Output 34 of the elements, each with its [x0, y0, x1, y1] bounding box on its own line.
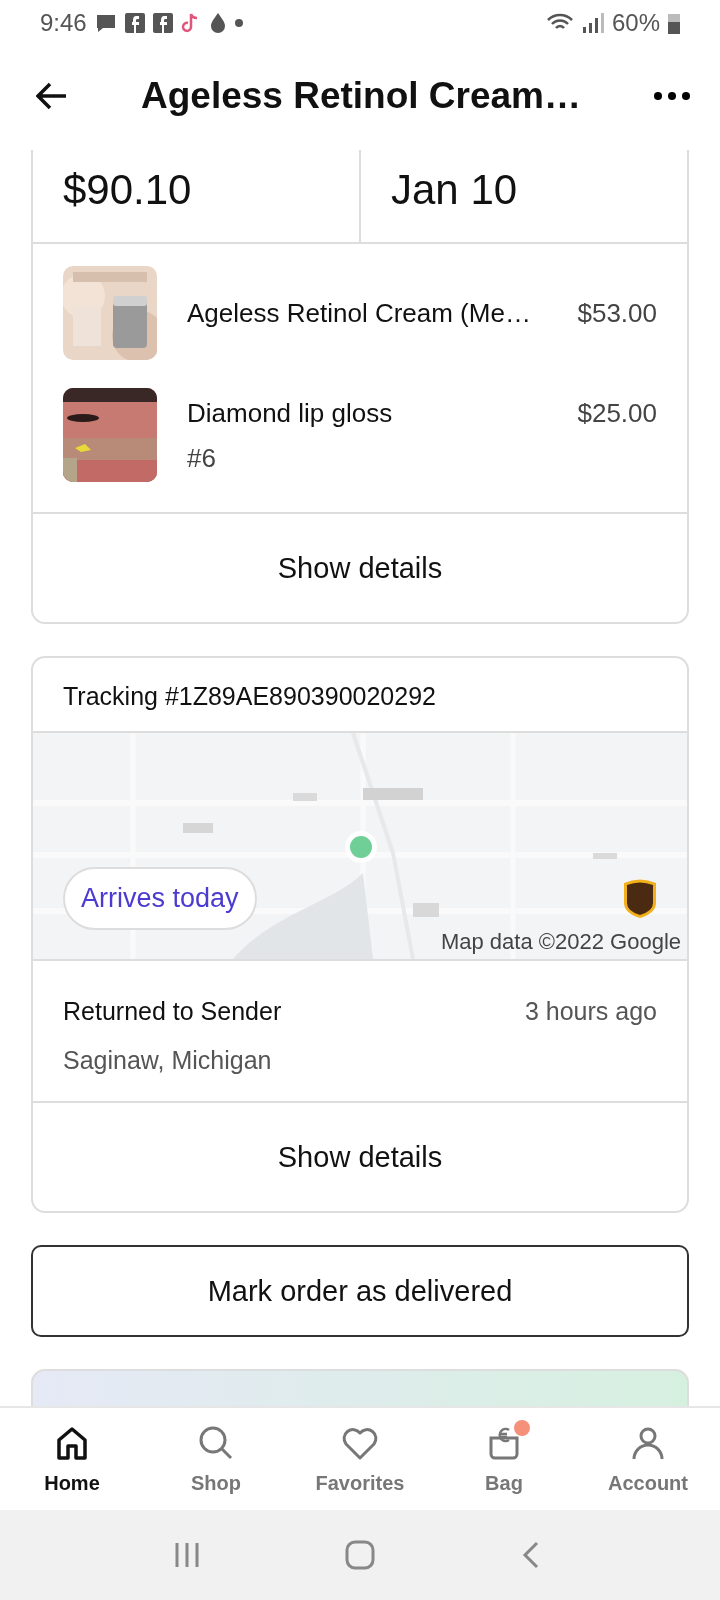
tracking-location: Saginaw, Michigan: [63, 1046, 273, 1075]
nav-tab[interactable]: Bag: [432, 1408, 576, 1510]
product-price: $25.00: [577, 397, 657, 429]
product-name: Ageless Retinol Cream (Me…: [187, 297, 532, 329]
dot-icon: [234, 19, 243, 27]
tracking-time: 3 hours ago: [524, 997, 657, 1026]
shield-icon: [623, 877, 657, 919]
home-square-icon[interactable]: [344, 1539, 376, 1571]
battery-icon: [668, 12, 680, 34]
show-details-button[interactable]: Show details: [33, 514, 687, 622]
order-date: Jan 10: [359, 150, 687, 242]
facebook-icon: [124, 13, 145, 33]
show-details-button[interactable]: Show details: [33, 1103, 687, 1211]
product-price: $53.00: [577, 297, 657, 329]
battery-percent: 60%: [611, 9, 660, 37]
facebook-icon: [152, 13, 173, 33]
arrival-badge: Arrives today: [63, 867, 257, 930]
nav-tab[interactable]: Shop: [144, 1408, 288, 1510]
product-name: Diamond lip gloss: [187, 398, 394, 429]
signal-icon: [581, 12, 604, 34]
tracking-status: Returned to Sender: [63, 997, 282, 1026]
nav-tab[interactable]: Favorites: [288, 1408, 432, 1510]
more-icon[interactable]: [654, 92, 690, 100]
order-total: $90.10: [62, 165, 193, 215]
map-credit: Map data ©2022 Google: [440, 929, 681, 955]
nav-tab[interactable]: Account: [576, 1408, 720, 1510]
back-arrow-icon[interactable]: [36, 82, 68, 110]
status-time: 9:46: [40, 9, 87, 37]
product-variant: #6: [187, 443, 217, 474]
mark-delivered-button[interactable]: Mark order as delivered: [31, 1245, 689, 1337]
drop-icon: [208, 12, 227, 34]
message-icon: [94, 12, 117, 34]
nav-tab[interactable]: Home: [0, 1408, 144, 1510]
page-title: Ageless Retinol Cream…: [140, 75, 582, 117]
